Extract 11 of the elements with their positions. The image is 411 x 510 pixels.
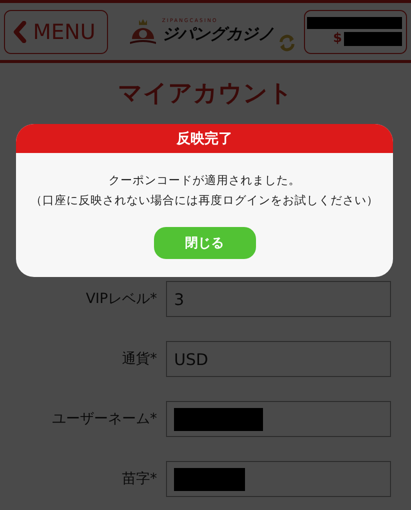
- dialog-message: クーポンコードが適用されました。: [108, 172, 300, 189]
- close-button[interactable]: 閉じる: [154, 227, 256, 259]
- dialog-title: 反映完了: [176, 130, 232, 148]
- currency-symbol: $: [332, 31, 342, 46]
- dialog-note: （口座に反映されない場合には再度ログインをお試しください）: [30, 192, 378, 209]
- logo-name: ジパングカジノ: [162, 24, 274, 45]
- field-label: 苗字*: [121, 470, 157, 488]
- field-label: 通貨*: [121, 350, 157, 368]
- field-label: VIPレベル*: [84, 290, 157, 308]
- field-label: ユーザーネーム*: [51, 410, 157, 428]
- page-title: マイアカウント: [117, 78, 294, 109]
